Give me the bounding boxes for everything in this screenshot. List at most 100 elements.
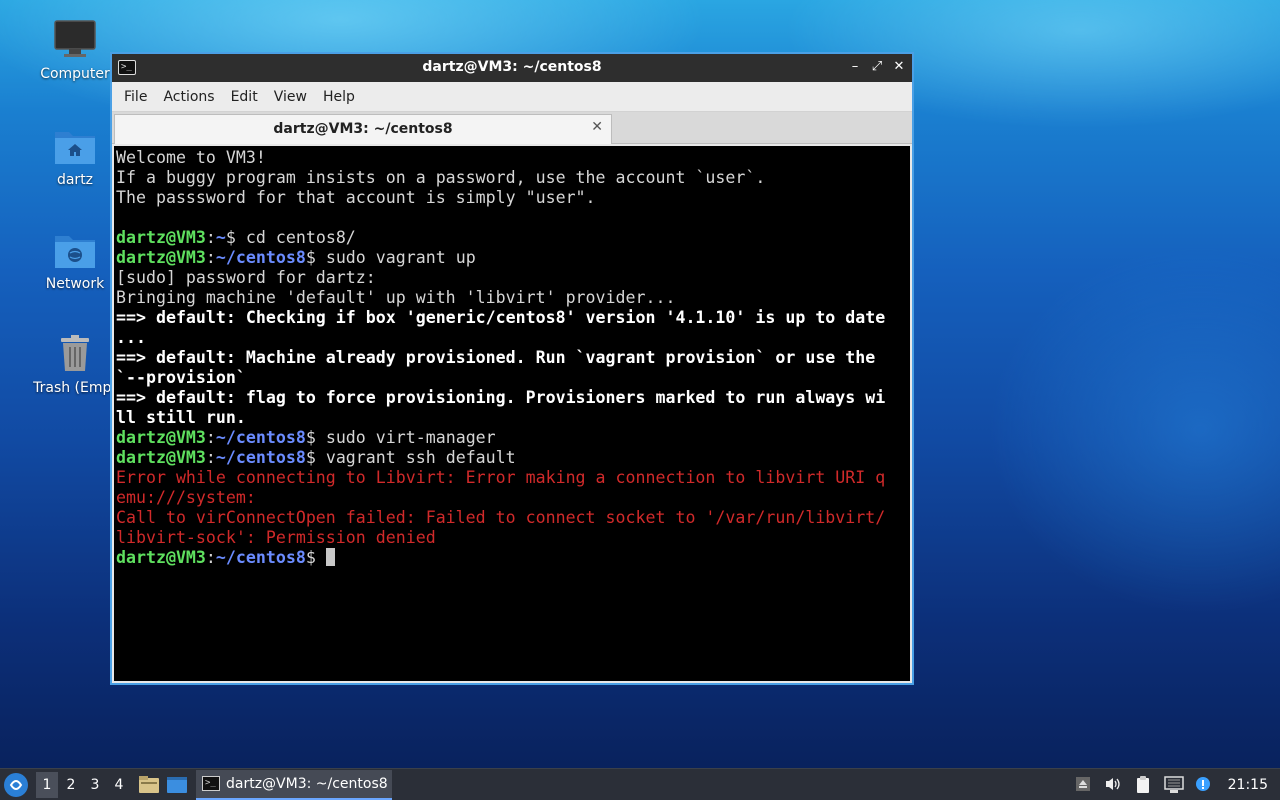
terminal-text: :: [205, 548, 216, 567]
file-manager-icon[interactable]: [138, 775, 160, 795]
desktop-icon-home[interactable]: dartz: [27, 124, 123, 188]
tab-bar: dartz@VM3: ~/centos8 ✕: [112, 112, 912, 144]
terminal-text: $ sudo virt-manager: [305, 428, 496, 447]
terminal-line: dartz@VM3:~/centos8$ sudo vagrant up: [116, 248, 910, 268]
network-folder-icon: [53, 228, 97, 272]
terminal-text: :: [205, 248, 216, 267]
workspace-4[interactable]: 4: [108, 772, 130, 798]
tab-close-button[interactable]: ✕: [591, 119, 603, 135]
system-tray: 21:15: [1074, 769, 1280, 800]
menu-view[interactable]: View: [266, 89, 315, 105]
taskbar: 1 2 3 4 >_ dartz@VM3: ~/centos8 21:15: [0, 768, 1280, 800]
workspace-3[interactable]: 3: [84, 772, 106, 798]
terminal-prompt: dartz@VM3: [116, 448, 206, 467]
terminal-text: ==> default: Machine already provisioned…: [116, 348, 876, 367]
terminal-text: $ cd centos8/: [225, 228, 356, 247]
terminal-text: $: [305, 548, 326, 567]
menu-edit[interactable]: Edit: [223, 89, 266, 105]
terminal-text: :: [205, 428, 216, 447]
desktop-icon-trash[interactable]: Trash (Empt: [27, 332, 123, 396]
task-label: dartz@VM3: ~/centos8: [226, 775, 388, 792]
start-menu-icon[interactable]: [4, 772, 28, 797]
terminal-window[interactable]: >_ dartz@VM3: ~/centos8 – ⤢ ✕ File Actio…: [110, 52, 914, 685]
workspace-1[interactable]: 1: [36, 771, 58, 798]
terminal-line: Welcome to VM3!: [116, 148, 910, 168]
terminal-error-text: Call to virConnectOpen failed: Failed to…: [116, 508, 886, 527]
terminal-text: ...: [116, 328, 146, 347]
terminal-text: ll still run.: [116, 408, 246, 427]
terminal-line: ...: [116, 328, 910, 348]
monitor-icon: [53, 18, 97, 62]
menu-actions[interactable]: Actions: [155, 89, 222, 105]
window-title: dartz@VM3: ~/centos8: [422, 59, 602, 75]
terminal-prompt: ~: [215, 228, 226, 247]
terminal-line: ll still run.: [116, 408, 910, 428]
terminal-line: libvirt-sock': Permission denied: [116, 528, 910, 548]
desktop-icon-computer[interactable]: Computer: [27, 18, 123, 82]
terminal-line: Bringing machine 'default' up with 'libv…: [116, 288, 910, 308]
terminal-output[interactable]: Welcome to VM3! If a buggy program insist…: [114, 146, 910, 681]
terminal-text: ==> default: flag to force provisioning.…: [116, 388, 886, 407]
terminal-text: $ sudo vagrant up: [305, 248, 476, 267]
terminal-error-text: Error while connecting to Libvirt: Error…: [116, 468, 886, 487]
terminal-text: If a buggy program insists on a password…: [116, 168, 766, 187]
menu-help[interactable]: Help: [315, 89, 363, 105]
menu-bar: File Actions Edit View Help: [112, 82, 912, 112]
network-status-icon[interactable]: [1163, 776, 1184, 794]
terminal-cursor: [325, 548, 335, 566]
terminal-line: emu:///system:: [116, 488, 910, 508]
terminal-error-text: libvirt-sock': Permission denied: [116, 528, 436, 547]
terminal-text: ==> default: Checking if box 'generic/ce…: [116, 308, 886, 327]
terminal-prompt: ~/centos8: [215, 448, 306, 467]
terminal-icon: >_: [202, 776, 220, 791]
terminal-text: :: [205, 228, 216, 247]
terminal-text: Bringing machine 'default' up with 'libv…: [116, 288, 676, 307]
desktop-icon-label: dartz: [56, 172, 94, 188]
desktop-icon-label: Computer: [40, 66, 110, 82]
menu-file[interactable]: File: [116, 89, 155, 105]
desktop-icon-network[interactable]: Network: [27, 228, 123, 292]
volume-icon[interactable]: [1104, 776, 1122, 794]
terminal-text: [sudo] password for dartz:: [116, 268, 376, 287]
terminal-line: ==> default: Machine already provisioned…: [116, 348, 910, 368]
terminal-line: The passsword for that account is simply…: [116, 188, 910, 208]
clock[interactable]: 21:15: [1228, 777, 1268, 793]
maximize-button[interactable]: ⤢: [870, 58, 884, 76]
terminal-line: dartz@VM3:~$ cd centos8/: [116, 228, 910, 248]
taskbar-task-terminal[interactable]: >_ dartz@VM3: ~/centos8: [196, 769, 392, 800]
window-titlebar[interactable]: >_ dartz@VM3: ~/centos8 – ⤢ ✕: [112, 54, 912, 82]
terminal-line: Call to virConnectOpen failed: Failed to…: [116, 508, 910, 528]
terminal-text: :: [205, 448, 216, 467]
tab-title: dartz@VM3: ~/centos8: [273, 121, 453, 137]
workspace-2[interactable]: 2: [60, 772, 82, 798]
show-desktop-icon[interactable]: [166, 775, 188, 795]
terminal-prompt: ~/centos8: [215, 548, 306, 567]
trash-icon: [53, 332, 97, 376]
desktop-icon-label: Trash (Empt: [33, 380, 117, 396]
tab-terminal[interactable]: dartz@VM3: ~/centos8 ✕: [114, 114, 612, 144]
terminal-prompt: dartz@VM3: [116, 428, 206, 447]
terminal-line: `--provision`: [116, 368, 910, 388]
minimize-button[interactable]: –: [848, 58, 862, 76]
terminal-line: Error while connecting to Libvirt: Error…: [116, 468, 910, 488]
eject-icon[interactable]: [1074, 776, 1092, 794]
terminal-error-text: emu:///system:: [116, 488, 256, 507]
terminal-line: dartz@VM3:~/centos8$: [116, 548, 910, 568]
terminal-prompt: ~/centos8: [215, 248, 306, 267]
terminal-prompt: dartz@VM3: [116, 548, 206, 567]
terminal-text: Welcome to VM3!: [116, 148, 266, 167]
terminal-line: [sudo] password for dartz:: [116, 268, 910, 288]
terminal-text: The passsword for that account is simply…: [116, 188, 596, 207]
terminal-line: If a buggy program insists on a password…: [116, 168, 910, 188]
terminal-text: `--provision`: [116, 368, 246, 387]
close-button[interactable]: ✕: [892, 58, 906, 76]
terminal-line: dartz@VM3:~/centos8$ sudo virt-manager: [116, 428, 910, 448]
home-folder-icon: [53, 124, 97, 168]
notification-icon[interactable]: [1194, 776, 1212, 794]
terminal-prompt: dartz@VM3: [116, 228, 206, 247]
terminal-line: ==> default: Checking if box 'generic/ce…: [116, 308, 910, 328]
terminal-line: dartz@VM3:~/centos8$ vagrant ssh default: [116, 448, 910, 468]
terminal-prompt: ~/centos8: [215, 428, 306, 447]
clipboard-icon[interactable]: [1134, 776, 1152, 794]
